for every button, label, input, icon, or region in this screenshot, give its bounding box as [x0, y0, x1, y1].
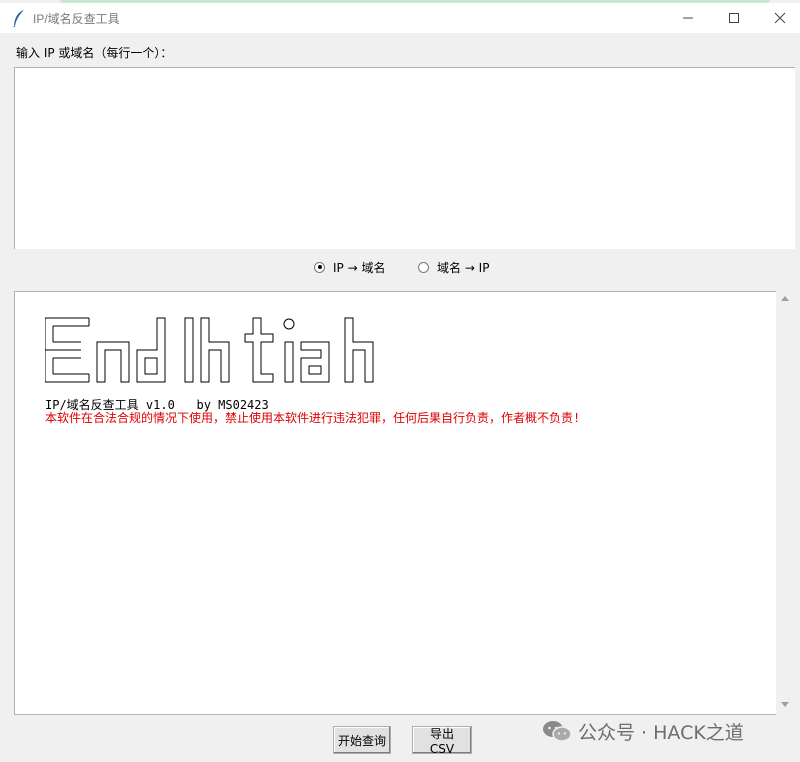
output-scrollbar[interactable]	[777, 291, 794, 715]
scroll-up-arrow-icon[interactable]	[781, 296, 789, 301]
radio-indicator-selected[interactable]	[314, 261, 325, 273]
radio-ip-to-domain[interactable]: IP → 域名	[314, 258, 385, 276]
maximize-icon	[729, 13, 739, 23]
scroll-down-arrow-icon[interactable]	[781, 702, 789, 707]
maximize-button[interactable]	[711, 3, 757, 33]
close-icon	[774, 12, 786, 24]
minimize-button[interactable]	[665, 3, 711, 33]
feather-icon	[13, 10, 24, 27]
wechat-icon	[543, 721, 572, 742]
title-bar[interactable]: IP/域名反查工具	[0, 3, 800, 33]
radio-domain-to-ip[interactable]: 域名 → IP	[418, 258, 489, 276]
radio-indicator[interactable]	[418, 261, 429, 273]
export-csv-button[interactable]: 导出 CSV	[412, 726, 472, 756]
radio-label-domain-to-ip: 域名 → IP	[437, 260, 490, 275]
watermark: 公众号 · HACK之道	[542, 718, 744, 744]
ascii-art-banner	[45, 317, 374, 383]
legal-warning: 本软件在合法合规的情况下使用，禁止使用本软件进行违法犯罪，任何后果自行负责，作者…	[45, 411, 581, 425]
minimize-icon	[683, 17, 693, 19]
watermark-text: 公众号 · HACK之道	[578, 721, 744, 744]
window-title: IP/域名反查工具	[33, 12, 120, 26]
radio-label-ip-to-domain: IP → 域名	[333, 260, 386, 275]
start-query-button[interactable]: 开始查询	[333, 726, 391, 754]
app-window: IP/域名反查工具 输入 IP 或域名（每行一个）： IP → 域名 域名 → …	[0, 0, 800, 762]
output-area[interactable]: IP/域名反查工具 v1.0 by MS02423 本软件在合法合规的情况下使用…	[14, 291, 776, 715]
close-button[interactable]	[757, 3, 800, 33]
input-label: 输入 IP 或域名（每行一个）：	[16, 46, 173, 60]
ip-domain-input-box[interactable]	[14, 67, 795, 249]
ip-domain-input[interactable]	[15, 68, 795, 249]
